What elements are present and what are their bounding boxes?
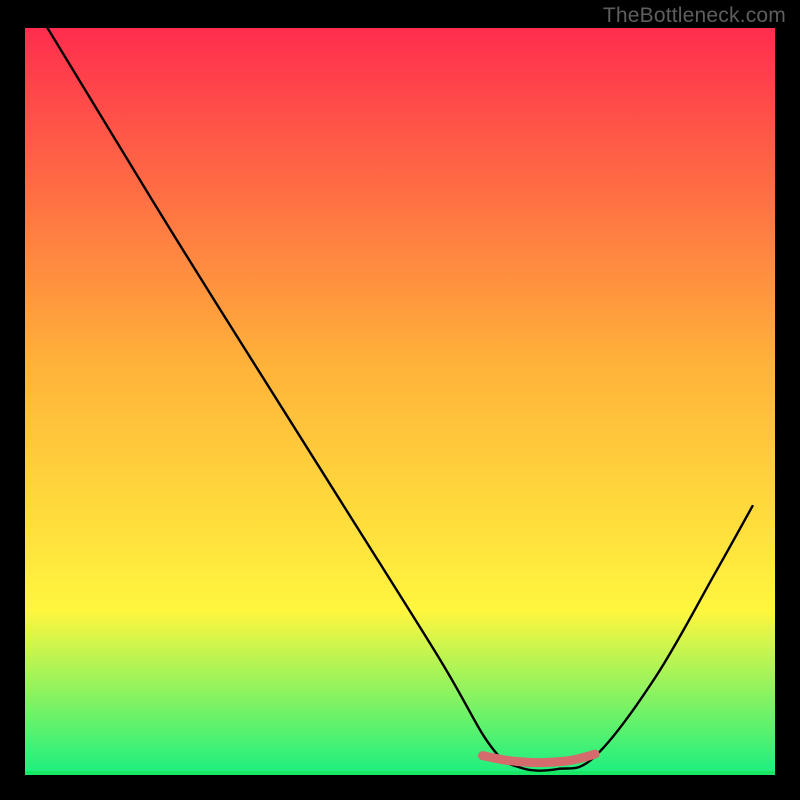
- gradient-background: [25, 28, 775, 775]
- baseline-strip: [25, 771, 775, 775]
- bottleneck-plot: [0, 0, 800, 800]
- chart-container: TheBottleneck.com: [0, 0, 800, 800]
- watermark-label: TheBottleneck.com: [603, 4, 786, 28]
